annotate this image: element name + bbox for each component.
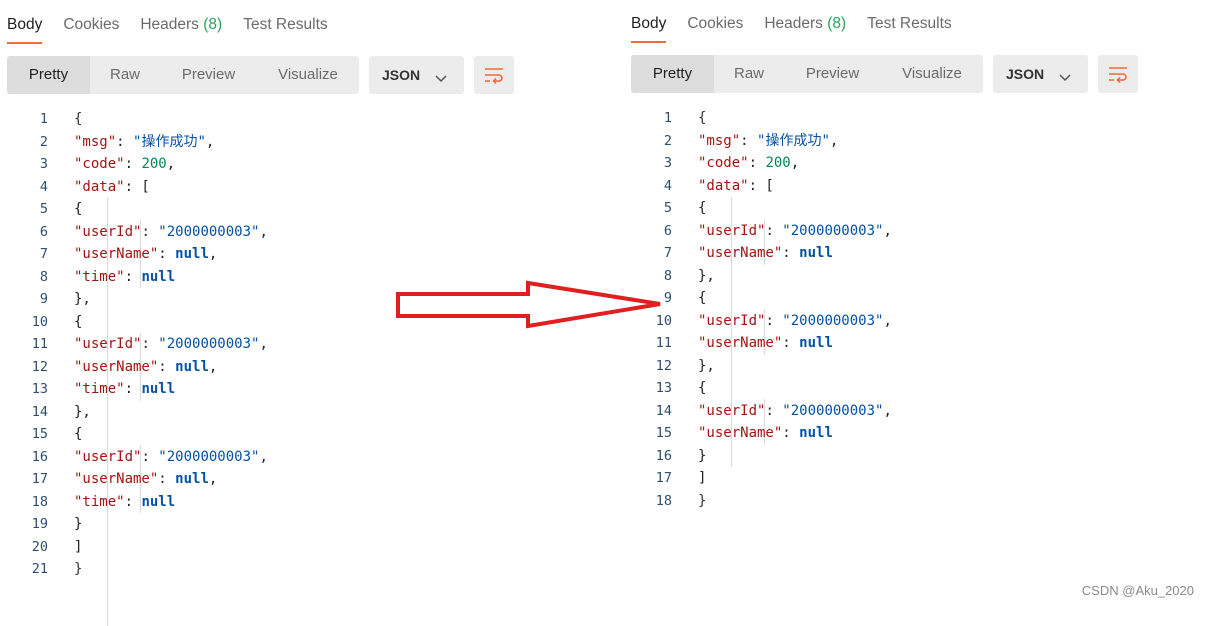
right-arrow-icon [396,280,661,329]
watermark: CSDN @Aku_2020 [1081,583,1194,598]
